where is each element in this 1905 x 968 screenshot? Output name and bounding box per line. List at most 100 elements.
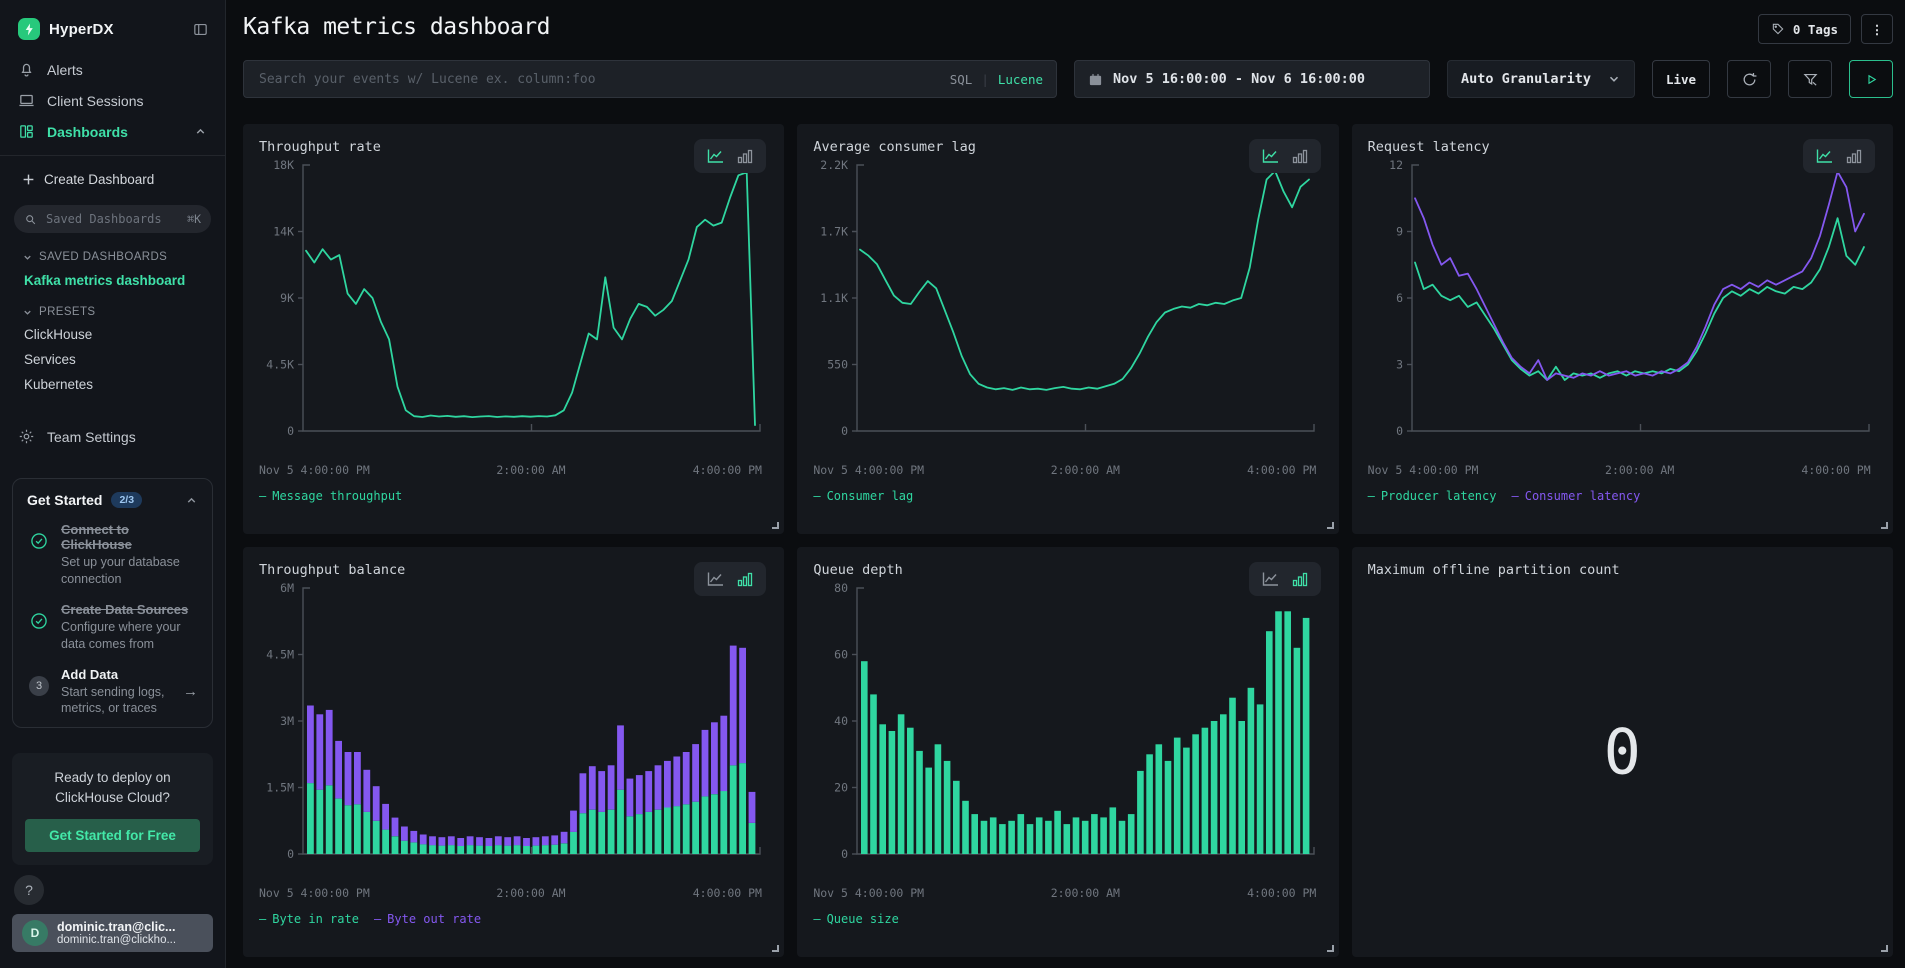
- chart-type-toggle[interactable]: [694, 562, 766, 596]
- x-axis-labels: Nov 5 4:00:00 PM2:00:00 AM4:00:00 PM: [259, 463, 764, 480]
- legend-item-queue-size[interactable]: —Queue size: [813, 912, 898, 926]
- bar-chart-icon[interactable]: [737, 571, 753, 587]
- chart-type-toggle[interactable]: [694, 139, 766, 173]
- legend-item-consumer-latency[interactable]: —Consumer latency: [1511, 489, 1640, 503]
- x-tick-start: Nov 5 4:00:00 PM: [813, 463, 924, 477]
- chart-type-toggle[interactable]: [1803, 139, 1875, 173]
- panel-resize-handle[interactable]: [1881, 522, 1888, 529]
- sidebar-item-clickhouse[interactable]: ClickHouse: [0, 322, 225, 347]
- panel-resize-handle[interactable]: [1881, 945, 1888, 952]
- sidebar-item-team-settings[interactable]: Team Settings: [0, 421, 225, 452]
- chevron-up-icon[interactable]: [185, 494, 198, 507]
- saved-dashboards-section-header[interactable]: SAVED DASHBOARDS: [0, 239, 225, 267]
- get-started-card: Get Started 2/3 Connect to ClickHouse Se…: [12, 478, 213, 728]
- get-started-step-add-data[interactable]: 3 Add Data Start sending logs, metrics, …: [27, 667, 198, 718]
- chart-panel-maximum-offline-partition-count: Maximum offline partition count0: [1352, 547, 1893, 957]
- get-started-free-button[interactable]: Get Started for Free: [25, 819, 200, 852]
- chart-plot: 18K14K9K4.5K0: [259, 155, 764, 457]
- chart-legend: —Message throughput: [259, 489, 768, 503]
- chart-plot: 6M4.5M3M1.5M0: [259, 578, 764, 880]
- more-menu-button[interactable]: ⋮: [1861, 14, 1893, 44]
- sidebar-item-dashboards[interactable]: Dashboards: [0, 116, 225, 147]
- filter-button[interactable]: [1788, 60, 1832, 98]
- legend-item-byte-out-rate[interactable]: —Byte out rate: [374, 912, 481, 926]
- get-started-step-sources[interactable]: Create Data Sources Configure where your…: [27, 602, 198, 653]
- x-axis-labels: Nov 5 4:00:00 PM2:00:00 AM4:00:00 PM: [813, 463, 1318, 480]
- panel-resize-handle[interactable]: [772, 522, 779, 529]
- sidebar-item-kafka-metrics-dashboard[interactable]: Kafka metrics dashboard: [0, 267, 225, 294]
- bar-chart-icon[interactable]: [737, 148, 753, 164]
- sql-toggle[interactable]: SQL: [950, 72, 973, 87]
- chart-title: Request latency: [1368, 139, 1877, 155]
- live-button[interactable]: Live: [1652, 60, 1710, 98]
- charts-grid: Throughput rate18K14K9K4.5K0Nov 5 4:00:0…: [243, 124, 1893, 957]
- line-chart-icon[interactable]: [707, 571, 724, 587]
- bar-chart-icon[interactable]: [1846, 148, 1862, 164]
- sidebar-item-alerts[interactable]: Alerts: [0, 54, 225, 85]
- tags-button[interactable]: 0 Tags: [1758, 14, 1851, 44]
- date-range-picker[interactable]: Nov 5 16:00:00 - Nov 6 16:00:00: [1074, 60, 1430, 98]
- legend-item-byte-in-rate[interactable]: —Byte in rate: [259, 912, 359, 926]
- svg-text:0: 0: [841, 847, 848, 861]
- svg-text:18K: 18K: [273, 158, 294, 172]
- user-email: dominic.tran@clickho...: [57, 934, 176, 946]
- sidebar-item-services[interactable]: Services: [0, 347, 225, 372]
- sidebar-item-kubernetes[interactable]: Kubernetes: [0, 372, 225, 397]
- svg-text:3M: 3M: [280, 714, 294, 728]
- chart-legend: —Producer latency —Consumer latency: [1368, 489, 1877, 503]
- x-tick-end: 4:00:00 PM: [693, 886, 762, 900]
- play-icon: [1864, 72, 1879, 87]
- dashboards-icon: [18, 123, 35, 140]
- svg-text:4.5K: 4.5K: [266, 358, 294, 372]
- chart-type-toggle[interactable]: [1249, 562, 1321, 596]
- x-axis-labels: Nov 5 4:00:00 PM2:00:00 AM4:00:00 PM: [259, 886, 764, 903]
- user-menu[interactable]: D dominic.tran@clic... dominic.tran@clic…: [12, 914, 213, 952]
- legend-item-consumer-lag[interactable]: —Consumer lag: [813, 489, 913, 503]
- legend-swatch: —: [1368, 489, 1375, 503]
- event-search[interactable]: SQL | Lucene: [243, 60, 1057, 98]
- get-started-step-connect[interactable]: Connect to ClickHouse Set up your databa…: [27, 522, 198, 588]
- lucene-toggle[interactable]: Lucene: [998, 72, 1043, 87]
- chart-type-toggle[interactable]: [1249, 139, 1321, 173]
- x-tick-end: 4:00:00 PM: [1247, 886, 1316, 900]
- granularity-select[interactable]: Auto Granularity: [1447, 60, 1635, 98]
- filter-icon: [1802, 71, 1819, 88]
- refresh-button[interactable]: [1727, 60, 1771, 98]
- avatar: D: [22, 920, 48, 946]
- chevron-up-icon[interactable]: [194, 125, 207, 138]
- presets-section-header[interactable]: PRESETS: [0, 294, 225, 322]
- sidebar-item-client-sessions[interactable]: Client Sessions: [0, 85, 225, 116]
- x-tick-middle: 2:00:00 AM: [496, 463, 565, 477]
- x-tick-end: 4:00:00 PM: [1247, 463, 1316, 477]
- create-dashboard-button[interactable]: Create Dashboard: [0, 166, 225, 193]
- sidebar-collapse-icon[interactable]: [192, 21, 209, 38]
- bar-chart-icon[interactable]: [1292, 148, 1308, 164]
- svg-text:1.1K: 1.1K: [821, 291, 849, 305]
- run-query-button[interactable]: [1849, 60, 1893, 98]
- line-chart-icon[interactable]: [707, 148, 724, 164]
- line-chart-icon[interactable]: [1816, 148, 1833, 164]
- sidebar-item-label: Dashboards: [47, 124, 128, 140]
- svg-text:20: 20: [834, 781, 848, 795]
- line-chart-icon[interactable]: [1262, 571, 1279, 587]
- x-tick-middle: 2:00:00 AM: [1051, 886, 1120, 900]
- legend-item-producer-latency[interactable]: —Producer latency: [1368, 489, 1497, 503]
- bar-chart-icon[interactable]: [1292, 571, 1308, 587]
- line-chart-icon[interactable]: [1262, 148, 1279, 164]
- panel-resize-handle[interactable]: [1327, 522, 1334, 529]
- saved-dashboards-search-input[interactable]: [44, 211, 180, 227]
- x-axis-labels: Nov 5 4:00:00 PM2:00:00 AM4:00:00 PM: [1368, 463, 1873, 480]
- x-axis-labels: Nov 5 4:00:00 PM2:00:00 AM4:00:00 PM: [813, 886, 1318, 903]
- panel-resize-handle[interactable]: [772, 945, 779, 952]
- event-search-input[interactable]: [257, 71, 940, 88]
- svg-text:6M: 6M: [280, 581, 294, 595]
- legend-item-message-throughput[interactable]: —Message throughput: [259, 489, 402, 503]
- chart-legend: —Consumer lag: [813, 489, 1322, 503]
- help-button[interactable]: ?: [14, 875, 44, 905]
- chevron-down-icon: [22, 307, 33, 318]
- saved-dashboards-search[interactable]: ⌘K: [14, 205, 211, 233]
- calendar-icon: [1088, 72, 1103, 87]
- sidebar-item-label: Team Settings: [47, 429, 136, 445]
- panel-resize-handle[interactable]: [1327, 945, 1334, 952]
- hyperdx-logo-icon: [18, 18, 40, 40]
